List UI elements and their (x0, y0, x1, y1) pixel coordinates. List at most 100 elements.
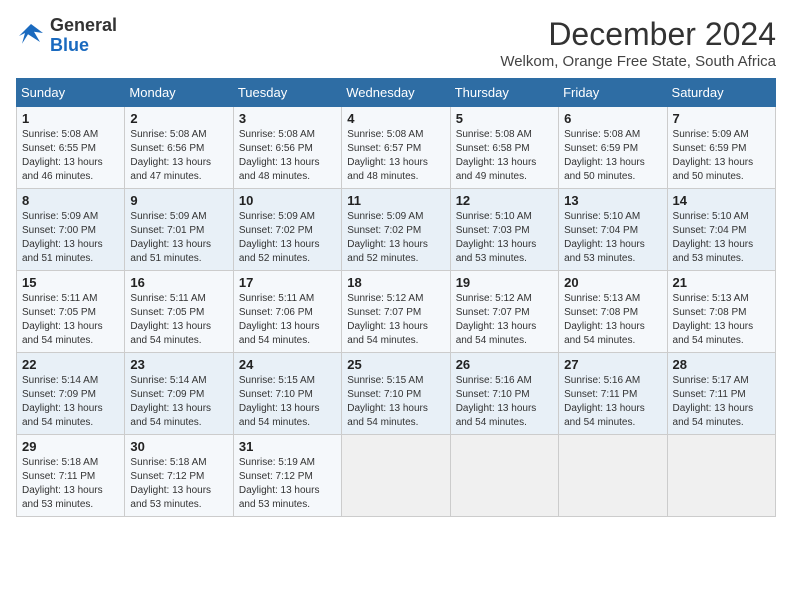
calendar-cell: 19Sunrise: 5:12 AMSunset: 7:07 PMDayligh… (450, 271, 558, 353)
day-info: Sunrise: 5:08 AMSunset: 6:55 PMDaylight:… (22, 128, 119, 184)
logo-text: General Blue (50, 16, 117, 56)
day-info: Sunrise: 5:08 AMSunset: 6:59 PMDaylight:… (564, 128, 661, 184)
calendar-title: December 2024 (500, 16, 776, 53)
header-sunday: Sunday (17, 79, 125, 107)
calendar-cell: 14 Sunrise: 5:10 AMSunset: 7:04 PMDayligh… (667, 189, 775, 271)
day-info: Sunrise: 5:11 AMSunset: 7:05 PMDaylight:… (130, 292, 227, 348)
day-info: Sunrise: 5:10 AMSunset: 7:03 PMDaylight:… (456, 210, 553, 266)
calendar-cell: 23 Sunrise: 5:14 AMSunset: 7:09 PMDayligh… (125, 353, 233, 435)
day-number: 21 (673, 275, 770, 290)
calendar-cell: 30Sunrise: 5:18 AMSunset: 7:12 PMDayligh… (125, 435, 233, 517)
calendar-week-row: 29Sunrise: 5:18 AMSunset: 7:11 PMDayligh… (17, 435, 776, 517)
calendar-cell: 15Sunrise: 5:11 AMSunset: 7:05 PMDayligh… (17, 271, 125, 353)
day-info: Sunrise: 5:12 AMSunset: 7:07 PMDaylight:… (347, 292, 444, 348)
calendar-cell: 9Sunrise: 5:09 AMSunset: 7:01 PMDaylight… (125, 189, 233, 271)
day-number: 15 (22, 275, 119, 290)
calendar-cell: 21Sunrise: 5:13 AMSunset: 7:08 PMDayligh… (667, 271, 775, 353)
day-number: 2 (130, 111, 227, 126)
calendar-cell: 3 Sunrise: 5:08 AMSunset: 6:56 PMDaylight… (233, 107, 341, 189)
day-number: 7 (673, 111, 770, 126)
logo-line2: Blue (50, 35, 89, 55)
day-info: Sunrise: 5:16 AMSunset: 7:10 PMDaylight:… (456, 374, 553, 430)
day-info: Sunrise: 5:14 AMSunset: 7:09 PMDaylight:… (22, 374, 119, 430)
day-info: Sunrise: 5:08 AMSunset: 6:58 PMDaylight:… (456, 128, 553, 184)
calendar-subtitle: Welkom, Orange Free State, South Africa (500, 53, 776, 70)
calendar-cell: 5 Sunrise: 5:08 AMSunset: 6:58 PMDaylight… (450, 107, 558, 189)
day-number: 28 (673, 357, 770, 372)
logo: General Blue (16, 16, 117, 56)
calendar-cell: 11Sunrise: 5:09 AMSunset: 7:02 PMDayligh… (342, 189, 450, 271)
day-info: Sunrise: 5:09 AMSunset: 7:00 PMDaylight:… (22, 210, 119, 266)
calendar-week-row: 15 Sunrise: 5:11 AMSunset: 7:05 PMDayligh… (17, 271, 776, 353)
calendar-cell (559, 435, 667, 517)
calendar-cell: 16 Sunrise: 5:11 AMSunset: 7:05 PMDayligh… (125, 271, 233, 353)
header-wednesday: Wednesday (342, 79, 450, 107)
day-info: Sunrise: 5:15 AMSunset: 7:10 PMDaylight:… (239, 374, 336, 430)
day-info: Sunrise: 5:12 AMSunset: 7:07 PMDaylight:… (456, 292, 553, 348)
calendar-table: Sunday Monday Tuesday Wednesday Thursday… (16, 78, 776, 517)
calendar-cell: 12 Sunrise: 5:10 AMSunset: 7:03 PMDayligh… (450, 189, 558, 271)
day-info: Sunrise: 5:13 AMSunset: 7:08 PMDaylight:… (564, 292, 661, 348)
calendar-body: 1 Sunrise: 5:08 AMSunset: 6:55 PMDaylight… (17, 107, 776, 517)
calendar-cell: 1 Sunrise: 5:08 AMSunset: 6:55 PMDaylight… (17, 107, 125, 189)
calendar-cell (342, 435, 450, 517)
day-number: 3 (239, 111, 336, 126)
calendar-cell: 22 Sunrise: 5:14 AMSunset: 7:09 PMDayligh… (17, 353, 125, 435)
calendar-week-row: 1 Sunrise: 5:08 AMSunset: 6:55 PMDaylight… (17, 107, 776, 189)
day-number: 31 (239, 439, 336, 454)
day-number: 1 (22, 111, 119, 126)
day-info: Sunrise: 5:09 AMSunset: 7:02 PMDaylight:… (239, 210, 336, 266)
day-number: 14 (673, 193, 770, 208)
calendar-cell: 20Sunrise: 5:13 AMSunset: 7:08 PMDayligh… (559, 271, 667, 353)
day-number: 18 (347, 275, 444, 290)
day-info: Sunrise: 5:10 AMSunset: 7:04 PMDaylight:… (673, 210, 770, 266)
calendar-cell: 31 Sunrise: 5:19 AMSunset: 7:12 PMDayligh… (233, 435, 341, 517)
day-info: Sunrise: 5:17 AMSunset: 7:11 PMDaylight:… (673, 374, 770, 430)
day-info: Sunrise: 5:09 AMSunset: 7:01 PMDaylight:… (130, 210, 227, 266)
calendar-cell: 7 Sunrise: 5:09 AMSunset: 6:59 PMDaylight… (667, 107, 775, 189)
day-number: 6 (564, 111, 661, 126)
day-number: 12 (456, 193, 553, 208)
day-info: Sunrise: 5:19 AMSunset: 7:12 PMDaylight:… (239, 456, 336, 512)
calendar-cell (450, 435, 558, 517)
day-number: 23 (130, 357, 227, 372)
calendar-cell: 27Sunrise: 5:16 AMSunset: 7:11 PMDayligh… (559, 353, 667, 435)
calendar-cell: 18 Sunrise: 5:12 AMSunset: 7:07 PMDayligh… (342, 271, 450, 353)
calendar-week-row: 22 Sunrise: 5:14 AMSunset: 7:09 PMDayligh… (17, 353, 776, 435)
header-thursday: Thursday (450, 79, 558, 107)
day-info: Sunrise: 5:18 AMSunset: 7:12 PMDaylight:… (130, 456, 227, 512)
day-number: 27 (564, 357, 661, 372)
day-number: 25 (347, 357, 444, 372)
logo-bird-icon (16, 21, 46, 51)
day-info: Sunrise: 5:09 AMSunset: 6:59 PMDaylight:… (673, 128, 770, 184)
day-info: Sunrise: 5:11 AMSunset: 7:06 PMDaylight:… (239, 292, 336, 348)
calendar-cell: 26 Sunrise: 5:16 AMSunset: 7:10 PMDayligh… (450, 353, 558, 435)
logo-line1: General (50, 15, 117, 35)
calendar-cell: 25 Sunrise: 5:15 AMSunset: 7:10 PMDayligh… (342, 353, 450, 435)
day-number: 10 (239, 193, 336, 208)
day-info: Sunrise: 5:10 AMSunset: 7:04 PMDaylight:… (564, 210, 661, 266)
calendar-cell (667, 435, 775, 517)
logo-wordmark: General Blue (50, 16, 117, 56)
header-monday: Monday (125, 79, 233, 107)
calendar-cell: 13Sunrise: 5:10 AMSunset: 7:04 PMDayligh… (559, 189, 667, 271)
calendar-cell: 8 Sunrise: 5:09 AMSunset: 7:00 PMDaylight… (17, 189, 125, 271)
day-info: Sunrise: 5:18 AMSunset: 7:11 PMDaylight:… (22, 456, 119, 512)
day-info: Sunrise: 5:14 AMSunset: 7:09 PMDaylight:… (130, 374, 227, 430)
day-number: 5 (456, 111, 553, 126)
calendar-cell: 2Sunrise: 5:08 AMSunset: 6:56 PMDaylight… (125, 107, 233, 189)
day-number: 26 (456, 357, 553, 372)
day-number: 17 (239, 275, 336, 290)
calendar-cell: 6 Sunrise: 5:08 AMSunset: 6:59 PMDaylight… (559, 107, 667, 189)
calendar-header: Sunday Monday Tuesday Wednesday Thursday… (17, 79, 776, 107)
day-number: 8 (22, 193, 119, 208)
header-friday: Friday (559, 79, 667, 107)
weekday-header-row: Sunday Monday Tuesday Wednesday Thursday… (17, 79, 776, 107)
day-number: 22 (22, 357, 119, 372)
day-info: Sunrise: 5:15 AMSunset: 7:10 PMDaylight:… (347, 374, 444, 430)
day-info: Sunrise: 5:08 AMSunset: 6:56 PMDaylight:… (239, 128, 336, 184)
day-number: 24 (239, 357, 336, 372)
header-saturday: Saturday (667, 79, 775, 107)
calendar-cell: 24 Sunrise: 5:15 AMSunset: 7:10 PMDayligh… (233, 353, 341, 435)
day-number: 16 (130, 275, 227, 290)
